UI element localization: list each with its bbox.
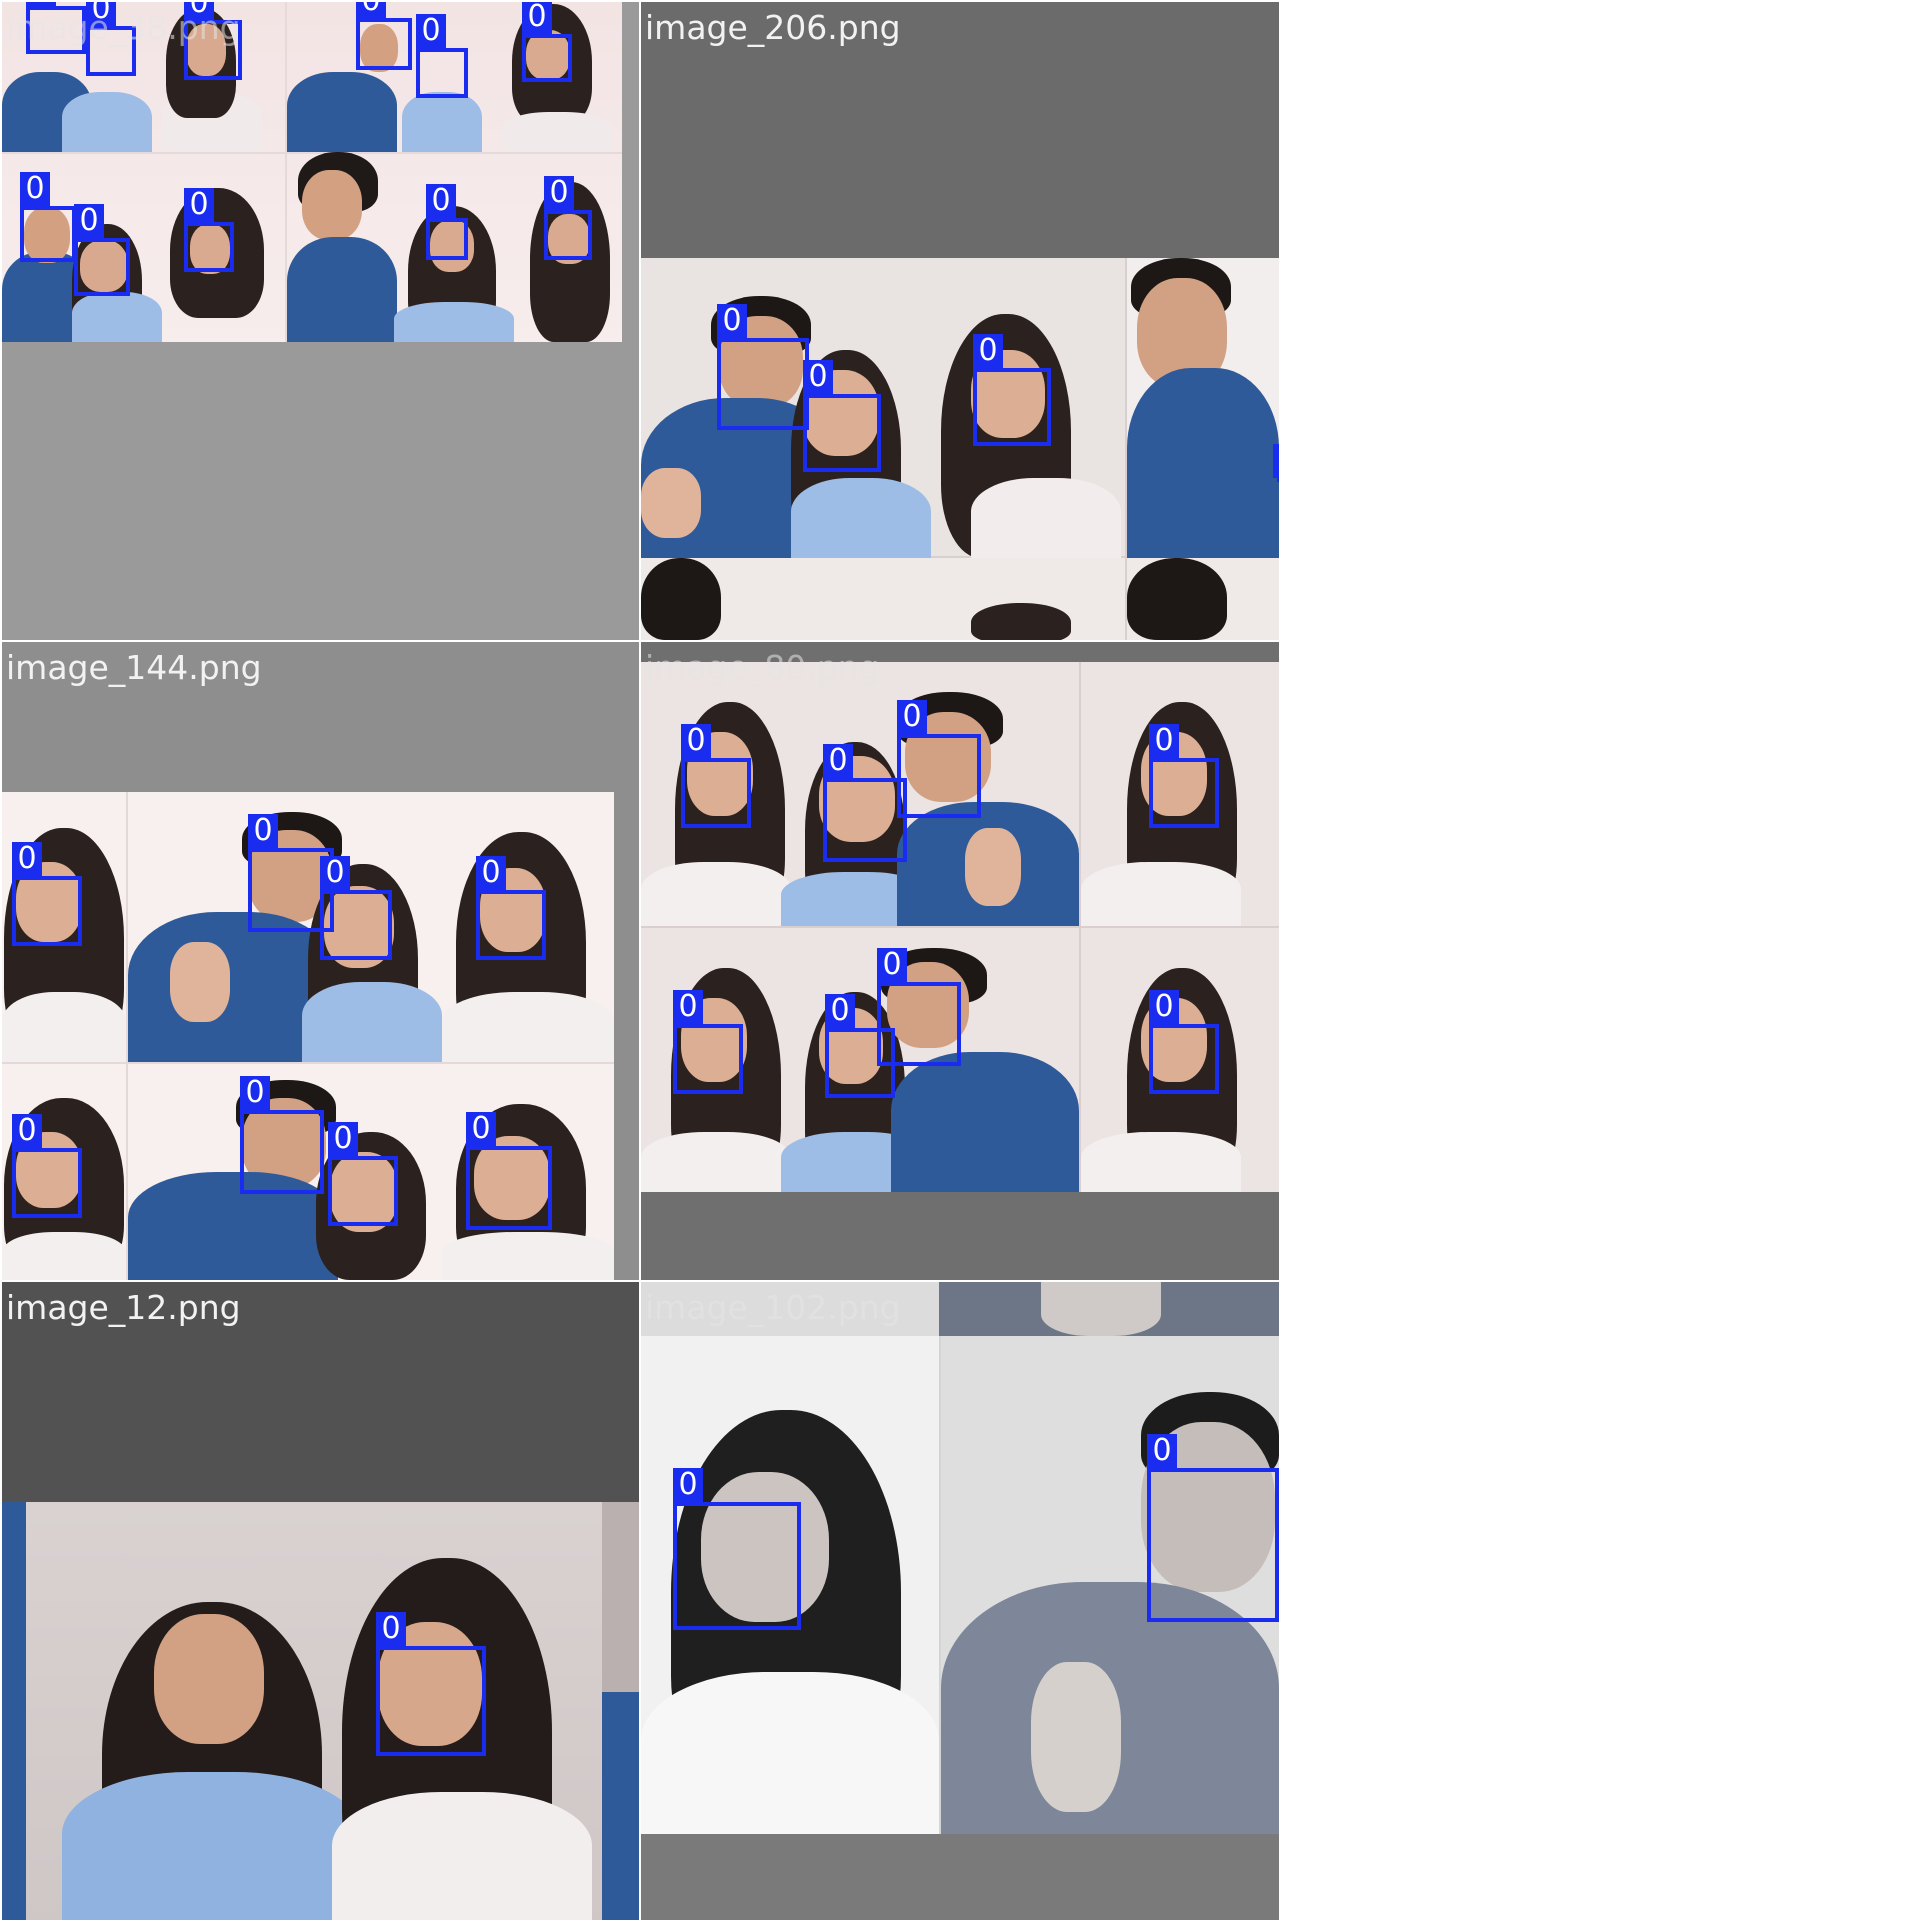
class-label: 0 — [184, 188, 214, 222]
class-label: 0 — [320, 856, 350, 890]
tile-title: image_206.png — [645, 8, 901, 47]
face-detection-box: 0 — [681, 724, 751, 828]
class-label: 0 — [248, 814, 278, 848]
class-label: 0 — [1147, 1434, 1177, 1468]
class-label: 0 — [825, 994, 855, 1028]
class-label: 0 — [12, 1114, 42, 1148]
class-label: 0 — [1273, 444, 1279, 478]
face-detection-box: 0 — [376, 1612, 486, 1756]
class-label: 0 — [466, 1112, 496, 1146]
face-detection-box: 0 — [416, 14, 468, 98]
class-label: 0 — [877, 948, 907, 982]
tile-title: image_102.png — [645, 1288, 901, 1327]
face-detection-box: 0 — [12, 1114, 82, 1218]
class-label: 0 — [897, 700, 927, 734]
face-detection-box: 0 — [20, 172, 76, 262]
tile-image-12: image_12.png 0 — [2, 1282, 639, 1920]
tile-title: image_80.png — [645, 648, 880, 687]
class-label: 0 — [717, 304, 747, 338]
class-label: 0 — [522, 2, 552, 34]
tile-image-38: image_38.png 0 0 0 0 0 0 0 0 0 0 0 — [2, 2, 639, 640]
class-label: 0 — [544, 176, 574, 210]
face-detection-box: 0 — [426, 184, 468, 260]
photo — [2, 1502, 639, 1920]
tile-title: image_38.png — [6, 8, 241, 47]
class-label: 0 — [681, 724, 711, 758]
face-detection-box: 0 — [328, 1122, 398, 1226]
face-detection-box: 0 — [356, 2, 412, 70]
class-label: 0 — [1149, 724, 1179, 758]
face-detection-box: 0 — [240, 1076, 324, 1194]
face-detection-box: 0 — [973, 334, 1051, 446]
class-label: 0 — [803, 360, 833, 394]
face-detection-box: 0 — [1273, 444, 1279, 482]
face-detection-box: 0 — [544, 176, 592, 260]
class-label: 0 — [426, 184, 456, 218]
class-label: 0 — [20, 172, 50, 206]
tile-image-80: image_80.png 0 0 0 0 0 0 0 0 — [641, 642, 1279, 1280]
face-detection-box: 0 — [12, 842, 82, 946]
class-label: 0 — [673, 1468, 703, 1502]
face-detection-box: 0 — [673, 990, 743, 1094]
tile-image-144: image_144.png 0 0 0 0 0 0 0 0 — [2, 642, 639, 1280]
class-label: 0 — [973, 334, 1003, 368]
face-detection-box: 0 — [1147, 1434, 1279, 1622]
class-label: 0 — [476, 856, 506, 890]
face-detection-box: 0 — [320, 856, 392, 960]
tile-image-102: image_102.png 0 0 — [641, 1282, 1279, 1920]
face-detection-box: 0 — [877, 948, 961, 1066]
class-label: 0 — [1149, 990, 1179, 1024]
class-label: 0 — [328, 1122, 358, 1156]
face-detection-box: 0 — [803, 360, 881, 472]
class-label: 0 — [416, 14, 446, 48]
class-label: 0 — [376, 1612, 406, 1646]
face-detection-box: 0 — [897, 700, 981, 818]
face-detection-box: 0 — [476, 856, 546, 960]
face-detection-box: 0 — [74, 204, 130, 296]
class-label: 0 — [74, 204, 104, 238]
class-label: 0 — [823, 744, 853, 778]
tile-image-206: image_206.png 0 0 0 0 — [641, 2, 1279, 640]
tile-title: image_144.png — [6, 648, 262, 687]
face-detection-box: 0 — [466, 1112, 552, 1230]
face-detection-box: 0 — [1149, 724, 1219, 828]
face-detection-box: 0 — [823, 744, 907, 862]
face-detection-box: 0 — [522, 2, 572, 82]
class-label: 0 — [12, 842, 42, 876]
face-detection-box: 0 — [184, 188, 234, 272]
face-detection-box: 0 — [673, 1468, 801, 1630]
tile-title: image_12.png — [6, 1288, 241, 1327]
face-detection-box: 0 — [1149, 990, 1219, 1094]
class-label: 0 — [356, 2, 386, 18]
class-label: 0 — [673, 990, 703, 1024]
face-detection-box: 0 — [717, 304, 809, 430]
class-label: 0 — [240, 1076, 270, 1110]
